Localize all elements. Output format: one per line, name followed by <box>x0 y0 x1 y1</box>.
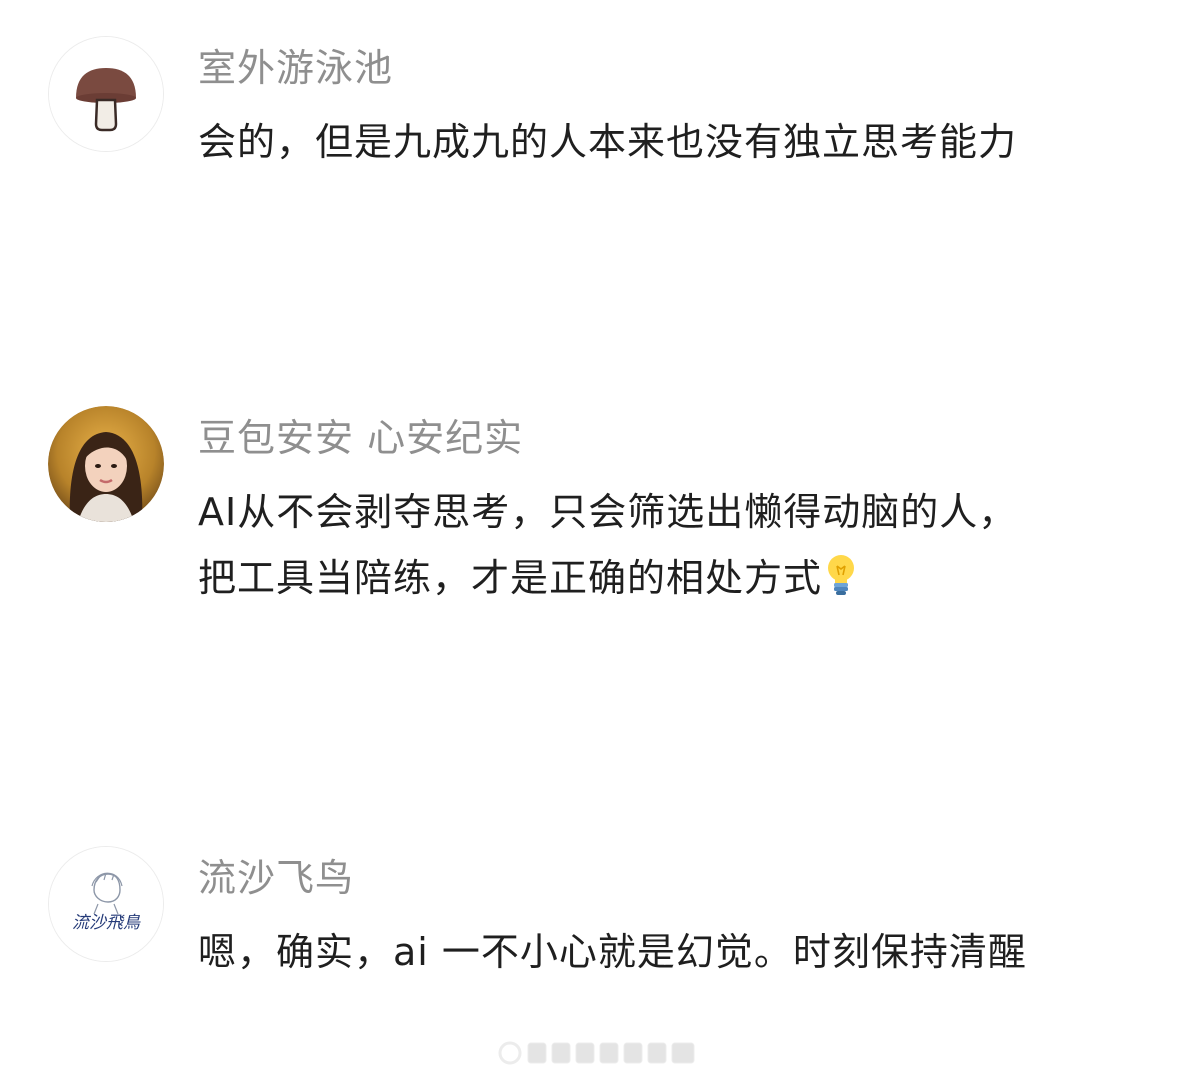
avatar-signature: 流沙飛鳥 <box>72 913 141 933</box>
mushroom-icon <box>49 37 163 151</box>
avatar[interactable] <box>48 406 164 522</box>
comment-text-line-2: 把工具当陪练，才是正确的相处方式 <box>198 545 1158 611</box>
avatar[interactable] <box>48 36 164 152</box>
comment-text: 会的，但是九成九的人本来也没有独立思考能力 <box>198 109 1158 175</box>
comment-text-line: AI从不会剥夺思考，只会筛选出懒得动脑的人， <box>198 490 1018 534</box>
comment-username[interactable]: 豆包安安 心安纪实 <box>198 414 523 462</box>
avatar[interactable]: 流沙飛鳥 <box>48 846 164 962</box>
comment-text-line-content: 把工具当陪练，才是正确的相处方式 <box>198 556 823 600</box>
comment-text: AI从不会剥夺思考，只会筛选出懒得动脑的人， 把工具当陪练，才是正确的相处方式 <box>198 479 1158 611</box>
comment-username[interactable]: 室外游泳池 <box>198 44 393 92</box>
watermark-icon <box>498 1041 695 1065</box>
comment-text-line: 会的，但是九成九的人本来也没有独立思考能力 <box>198 120 1018 164</box>
sketch-avatar-image: 流沙飛鳥 <box>49 847 163 961</box>
light-bulb-icon <box>828 555 855 595</box>
portrait-avatar-image <box>48 406 164 522</box>
comment-text-line: 嗯，确实，ai 一不小心就是幻觉。时刻保持清醒 <box>198 930 1027 974</box>
comment-text: 嗯，确实，ai 一不小心就是幻觉。时刻保持清醒 <box>198 919 1158 985</box>
comment-username[interactable]: 流沙飞鸟 <box>198 854 354 902</box>
